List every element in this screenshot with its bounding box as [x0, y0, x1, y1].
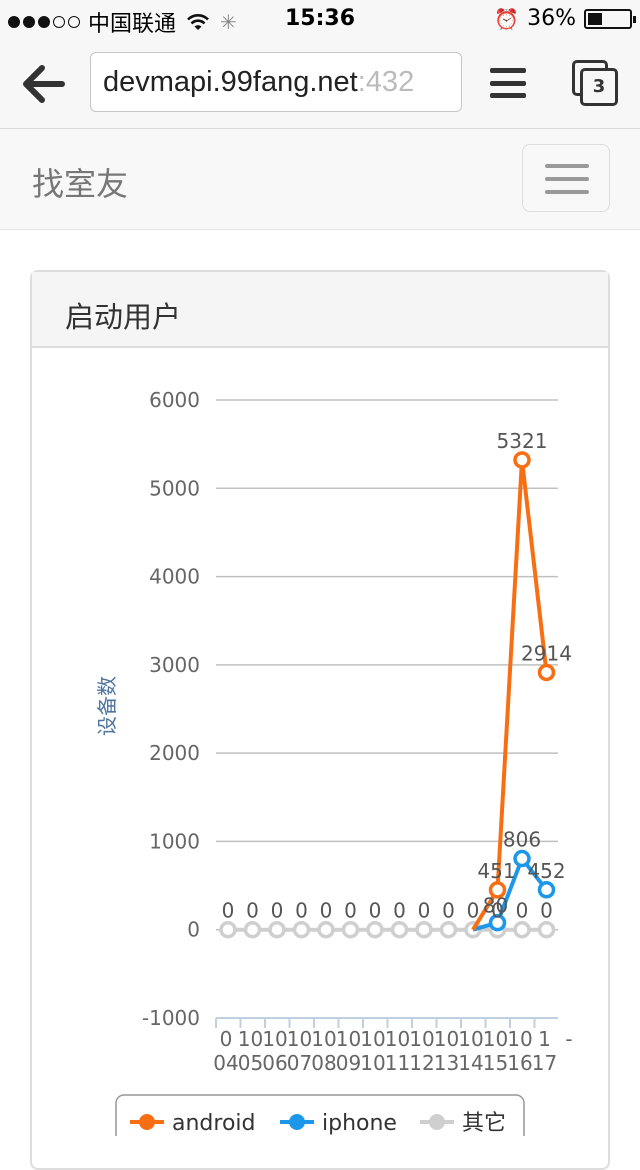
site-navbar: 找室友	[0, 129, 640, 230]
hamburger-line-icon	[545, 177, 589, 181]
panel-title: 启动用户	[32, 272, 608, 348]
alarm-icon: ⏰	[494, 6, 520, 31]
site-brand[interactable]: 找室友	[32, 159, 128, 205]
hamburger-menu-button[interactable]	[522, 144, 610, 212]
browser-menu-icon[interactable]	[490, 68, 526, 98]
battery-percent: 36%	[527, 6, 576, 31]
url-host: devmapi.99fang.net	[103, 66, 358, 98]
status-right: ⏰ 36%	[494, 6, 636, 31]
back-arrow-icon[interactable]	[20, 60, 68, 108]
startup-users-panel: 启动用户	[30, 270, 610, 1170]
hamburger-line-icon	[545, 190, 589, 194]
battery-icon	[584, 8, 636, 29]
hamburger-line-icon	[545, 164, 589, 168]
tabs-button[interactable]: 3	[572, 60, 618, 106]
tab-count: 3	[580, 68, 618, 106]
browser-toolbar: devmapi.99fang.net:432 3	[0, 40, 640, 129]
address-bar[interactable]: devmapi.99fang.net:432	[90, 52, 462, 112]
status-bar: 中国联通 ✳ 15:36 ⏰ 36%	[0, 0, 640, 40]
url-port: :432	[357, 66, 415, 98]
